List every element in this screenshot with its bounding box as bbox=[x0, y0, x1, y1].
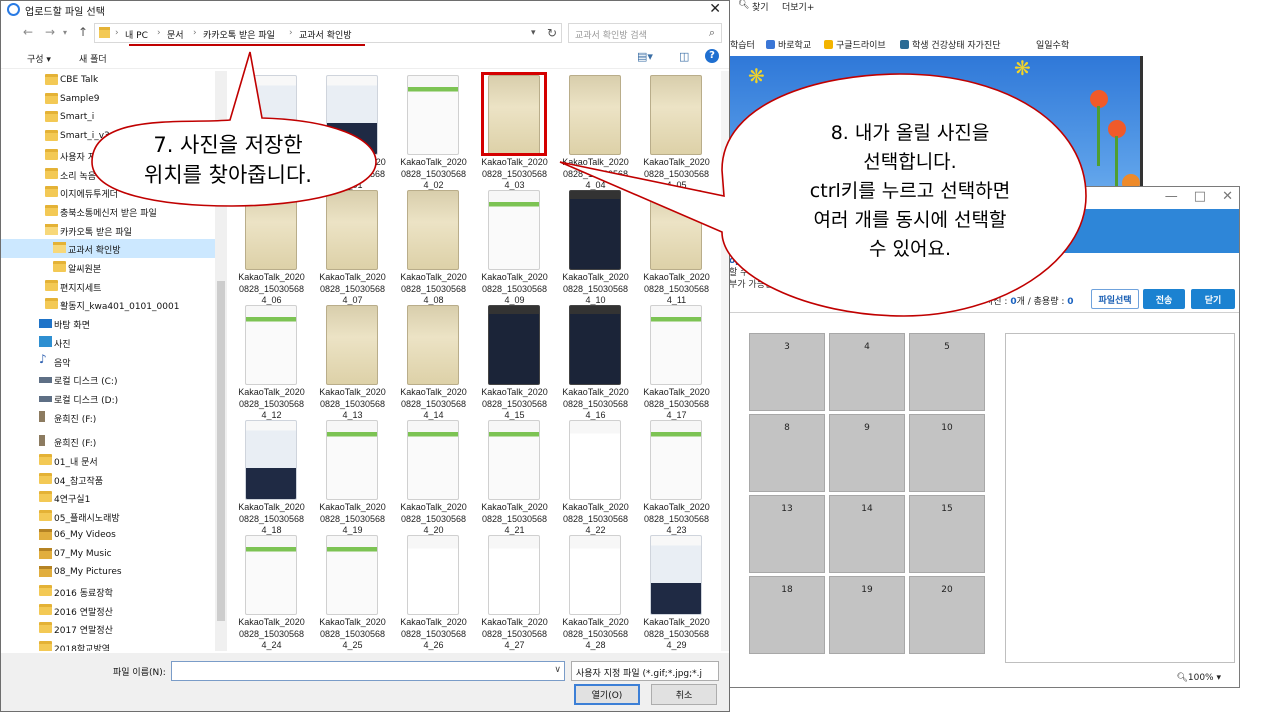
callout-text-step7: 7. 사진을 저장한 위치를 찾아줍니다. bbox=[144, 133, 312, 187]
annotation-layer bbox=[91, 51, 1087, 317]
callout-text-step8: 8. 내가 올릴 사진을 선택합니다. ctrl키를 누르고 선택하면 여러 개… bbox=[809, 122, 1011, 260]
screen: 🔍︎ 찾기 더보기+ 학습터 바로학교 구글드라이브 학생 건강상태 자가진단 … bbox=[0, 0, 1280, 720]
